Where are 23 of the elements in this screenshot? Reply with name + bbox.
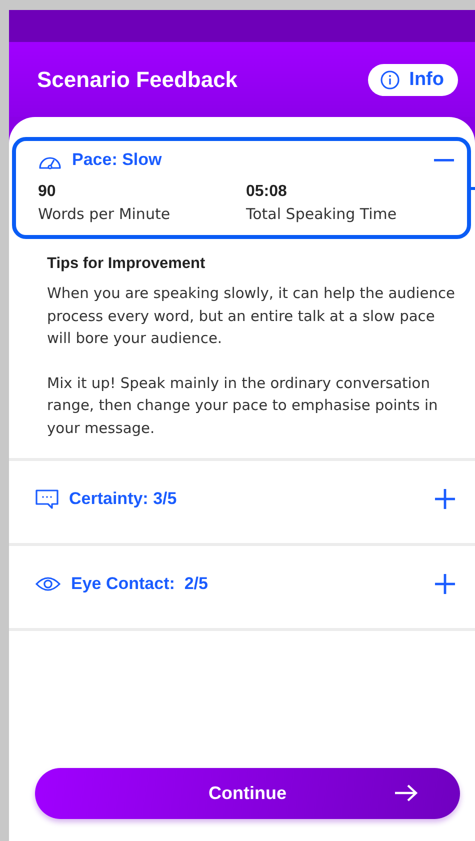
tip-paragraph: When you are speaking slowly, it can help the audience process every word, but an entire talk at a slow pace will bore your audience. — [47, 284, 455, 349]
section-header[interactable]: Certainty: 3/5 — [35, 469, 455, 529]
stat-label: Total Speaking Time — [246, 205, 398, 223]
section-title: Certainty: 3/5 — [69, 489, 178, 509]
arrow-right-icon — [394, 784, 418, 802]
eye-icon — [35, 575, 61, 593]
section-title: Eye Contact: 2/5 — [71, 574, 209, 594]
section-title: Pace: Slow — [72, 150, 163, 170]
continue-button[interactable]: Continue — [35, 768, 460, 819]
chat-icon — [35, 489, 59, 509]
section-header[interactable]: Eye Contact: 2/5 — [35, 554, 455, 614]
screen-title: Scenario Feedback — [37, 66, 238, 92]
section-header[interactable]: Pace: Slow — [38, 145, 454, 175]
expand-icon[interactable] — [435, 574, 455, 594]
collapse-icon[interactable] — [434, 158, 454, 162]
tip-paragraph: Mix it up! Speak mainly in the ordinary conversation range, then change your pace to emphasise points in your message. — [47, 374, 439, 438]
expand-icon[interactable] — [435, 489, 455, 509]
info-button[interactable]: Info — [368, 64, 458, 96]
stat-label: Words per Minute — [38, 205, 172, 223]
stat-value: 05:08 — [246, 183, 288, 201]
info-icon — [380, 70, 400, 90]
stat-value: 90 — [38, 183, 57, 201]
tips-heading: Tips for Improvement — [47, 255, 206, 273]
